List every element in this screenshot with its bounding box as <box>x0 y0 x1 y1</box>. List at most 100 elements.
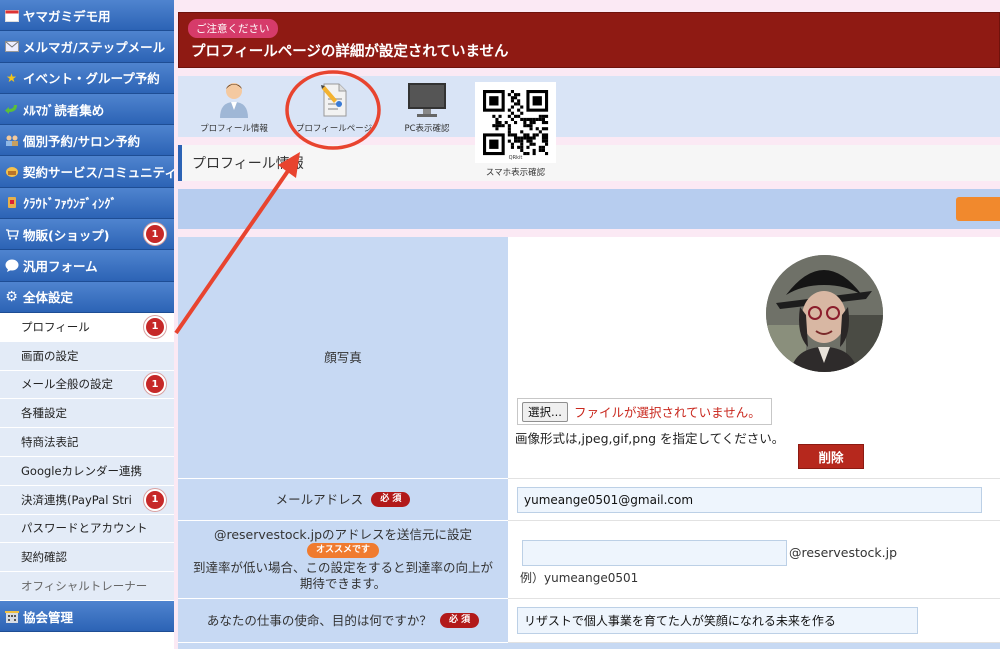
bubble-icon <box>4 258 19 273</box>
sidebar-item-label: 個別予約/サロン予約 <box>23 133 141 149</box>
sidebar-item-label: ヤマガミデモ用 <box>23 8 111 24</box>
form-row-reserve-address: @reservestock.jpのアドレスを送信元に設定 オススメです 到達率が… <box>178 521 1000 599</box>
field-label: 顔写真 <box>178 237 508 479</box>
sidebar-item-form[interactable]: 汎用フォーム <box>0 250 174 282</box>
sidebar-subitem-tokushoho[interactable]: 特商法表記 <box>0 428 174 457</box>
sidebar-item-reader[interactable]: ﾒﾙﾏｶﾞ読者集め <box>0 93 174 126</box>
qr-sublabel: QRkit <box>508 155 523 161</box>
email-input[interactable]: yumeange0501@gmail.com <box>517 487 982 513</box>
sidebar-subitem-trainer[interactable]: オフィシャルトレーナー <box>0 572 174 601</box>
field-label: @reservestock.jpのアドレスを送信元に設定 オススメです 到達率が… <box>178 521 508 599</box>
mission-label: あなたの仕事の使命、目的は何ですか？ <box>206 612 432 628</box>
format-note: 画像形式は,jpeg,gif,png を指定してください。 <box>515 431 785 446</box>
field-label: あなたの仕事の使命、目的は何ですか？ 必 須 <box>178 599 508 643</box>
tool-profile-info[interactable]: プロフィール情報 <box>194 78 274 134</box>
sidebar-item-label: 全体設定 <box>23 290 74 306</box>
calendar-icon <box>4 8 19 23</box>
sidebar-subitem-label: 契約確認 <box>21 550 67 565</box>
delete-button[interactable]: 削除 <box>798 444 864 469</box>
mission-input[interactable]: リザストで個人事業を育てた人が笑顔になれる未来を作る <box>517 607 918 634</box>
user-profile-icon <box>220 83 248 118</box>
sidebar-item-label: ﾒﾙﾏｶﾞ読者集め <box>23 102 105 118</box>
orange-action-button[interactable] <box>956 197 1000 221</box>
sidebar-subitem-profile[interactable]: プロフィール 1 <box>0 312 174 342</box>
reserve-example: 例）yumeange0501 <box>520 571 639 585</box>
sidebar-item-label: メルマガ/ステップメール <box>23 39 166 55</box>
sidebar-subitem-payment[interactable]: 決済連携(PayPal Stri 1 <box>0 485 174 515</box>
sidebar-subitem-screen[interactable]: 画面の設定 <box>0 341 174 371</box>
profile-page-edit-icon <box>321 83 347 117</box>
notification-badge: 1 <box>144 223 166 246</box>
sidebar-subitem-label: オフィシャルトレーナー <box>21 579 148 594</box>
sidebar-subitem-label: Googleカレンダー連携 <box>21 463 143 478</box>
sidebar-subitem-password[interactable]: パスワードとアカウント <box>0 514 174 544</box>
photo-label: 顔写真 <box>324 349 362 365</box>
star-icon: ★ <box>6 70 17 85</box>
notification-badge: 1 <box>144 373 166 396</box>
required-badge: 必 須 <box>371 491 411 508</box>
reserve-address-input[interactable] <box>522 540 787 566</box>
avatar <box>766 255 883 372</box>
people-icon <box>4 133 19 148</box>
qr-code-icon <box>483 90 549 156</box>
sidebar-item-mailmag[interactable]: メルマガ/ステップメール <box>0 31 174 63</box>
sidebar: ヤマガミデモ用 メルマガ/ステップメール ★ イベント・グループ予約 ﾒﾙﾏｶﾞ… <box>0 0 177 649</box>
email-label: メールアドレス <box>275 491 364 507</box>
sidebar-subitem-label: 特商法表記 <box>21 435 79 450</box>
alert-tag: ご注意ください <box>188 19 278 38</box>
sidebar-subitem-label: メール全般の設定 <box>21 377 113 392</box>
crowdfunding-icon <box>4 195 19 210</box>
reserve-domain-suffix: @reservestock.jp <box>789 545 898 560</box>
sidebar-subitem-label: 画面の設定 <box>21 348 79 363</box>
sidebar-item-settings[interactable]: ⚙ 全体設定 <box>0 281 174 313</box>
action-band <box>178 189 1000 229</box>
sidebar-item-label: 物販(ショップ) <box>23 227 110 243</box>
sidebar-item-crowdfunding[interactable]: ｸﾗｳﾄﾞﾌｧｳﾝﾃﾞｨﾝｸﾞ <box>0 187 174 220</box>
sidebar-item-label: 協会管理 <box>23 609 74 625</box>
green-arrow-icon <box>4 102 19 117</box>
sidebar-item-label: ｸﾗｳﾄﾞﾌｧｳﾝﾃﾞｨﾝｸﾞ <box>23 196 117 212</box>
file-select-button[interactable]: 選択... <box>522 401 568 422</box>
profile-toolbar: プロフィール情報 プロフィールページ PC表示確認 <box>178 76 1000 137</box>
form-row-email: メールアドレス 必 須 yumeange0501@gmail.com <box>178 479 1000 521</box>
tool-label: プロフィール情報 <box>200 124 268 134</box>
qr-label: スマホ表示確認 <box>485 168 546 178</box>
sidebar-subitem-various[interactable]: 各種設定 <box>0 399 174 429</box>
sidebar-subitem-mail-settings[interactable]: メール全般の設定 1 <box>0 370 174 400</box>
file-input[interactable]: 選択... ファイルが選択されていません。 <box>517 398 772 425</box>
sidebar-item-shop[interactable]: 物販(ショップ) 1 <box>0 219 174 251</box>
sidebar-subitem-label: パスワードとアカウント <box>21 521 148 536</box>
monitor-icon <box>408 83 446 117</box>
alert-banner: ご注意ください プロフィールページの詳細が設定されていません <box>178 12 1000 68</box>
recommend-badge: オススメです <box>306 543 379 559</box>
sidebar-subitem-label: 各種設定 <box>21 406 67 421</box>
service-icon <box>4 164 19 179</box>
field-value: 選択... ファイルが選択されていません。 画像形式は,jpeg,gif,png… <box>508 237 1000 479</box>
reserve-label-main: @reservestock.jpのアドレスを送信元に設定 <box>213 527 473 543</box>
mail-icon <box>4 39 19 54</box>
shop-icon <box>4 227 19 242</box>
tool-profile-page[interactable]: プロフィールページ <box>288 78 380 134</box>
file-status: ファイルが選択されていません。 <box>573 405 761 420</box>
qr-code-button[interactable] <box>475 82 556 163</box>
sidebar-item-service[interactable]: 契約サービス/コミュニティ <box>0 156 177 188</box>
sidebar-item-yamagami-demo[interactable]: ヤマガミデモ用 <box>0 0 174 32</box>
field-value: yumeange0501@gmail.com <box>508 479 1000 521</box>
notification-badge: 1 <box>144 488 166 511</box>
tool-label: PC表示確認 <box>404 124 450 134</box>
next-row-edge <box>178 643 1000 649</box>
field-label: メールアドレス 必 須 <box>178 479 508 521</box>
sidebar-subitem-label: プロフィール <box>21 319 90 334</box>
alert-message: プロフィールページの詳細が設定されていません <box>191 44 509 60</box>
tool-pc-preview[interactable]: PC表示確認 <box>392 78 462 134</box>
sidebar-subitem-contract[interactable]: 契約確認 <box>0 543 174 573</box>
sidebar-item-booking[interactable]: 個別予約/サロン予約 <box>0 125 174 157</box>
sidebar-item-event[interactable]: ★ イベント・グループ予約 <box>0 62 174 94</box>
field-value: リザストで個人事業を育てた人が笑顔になれる未来を作る <box>508 599 1000 643</box>
main-content: ご注意ください プロフィールページの詳細が設定されていません プロフィール情報 <box>178 0 1000 649</box>
sidebar-subitem-google-calendar[interactable]: Googleカレンダー連携 <box>0 456 174 486</box>
field-value: @reservestock.jp 例）yumeange0501 <box>508 521 1000 599</box>
sidebar-item-association[interactable]: 協会管理 <box>0 600 174 633</box>
notification-badge: 1 <box>144 315 166 338</box>
required-badge: 必 須 <box>439 612 480 629</box>
